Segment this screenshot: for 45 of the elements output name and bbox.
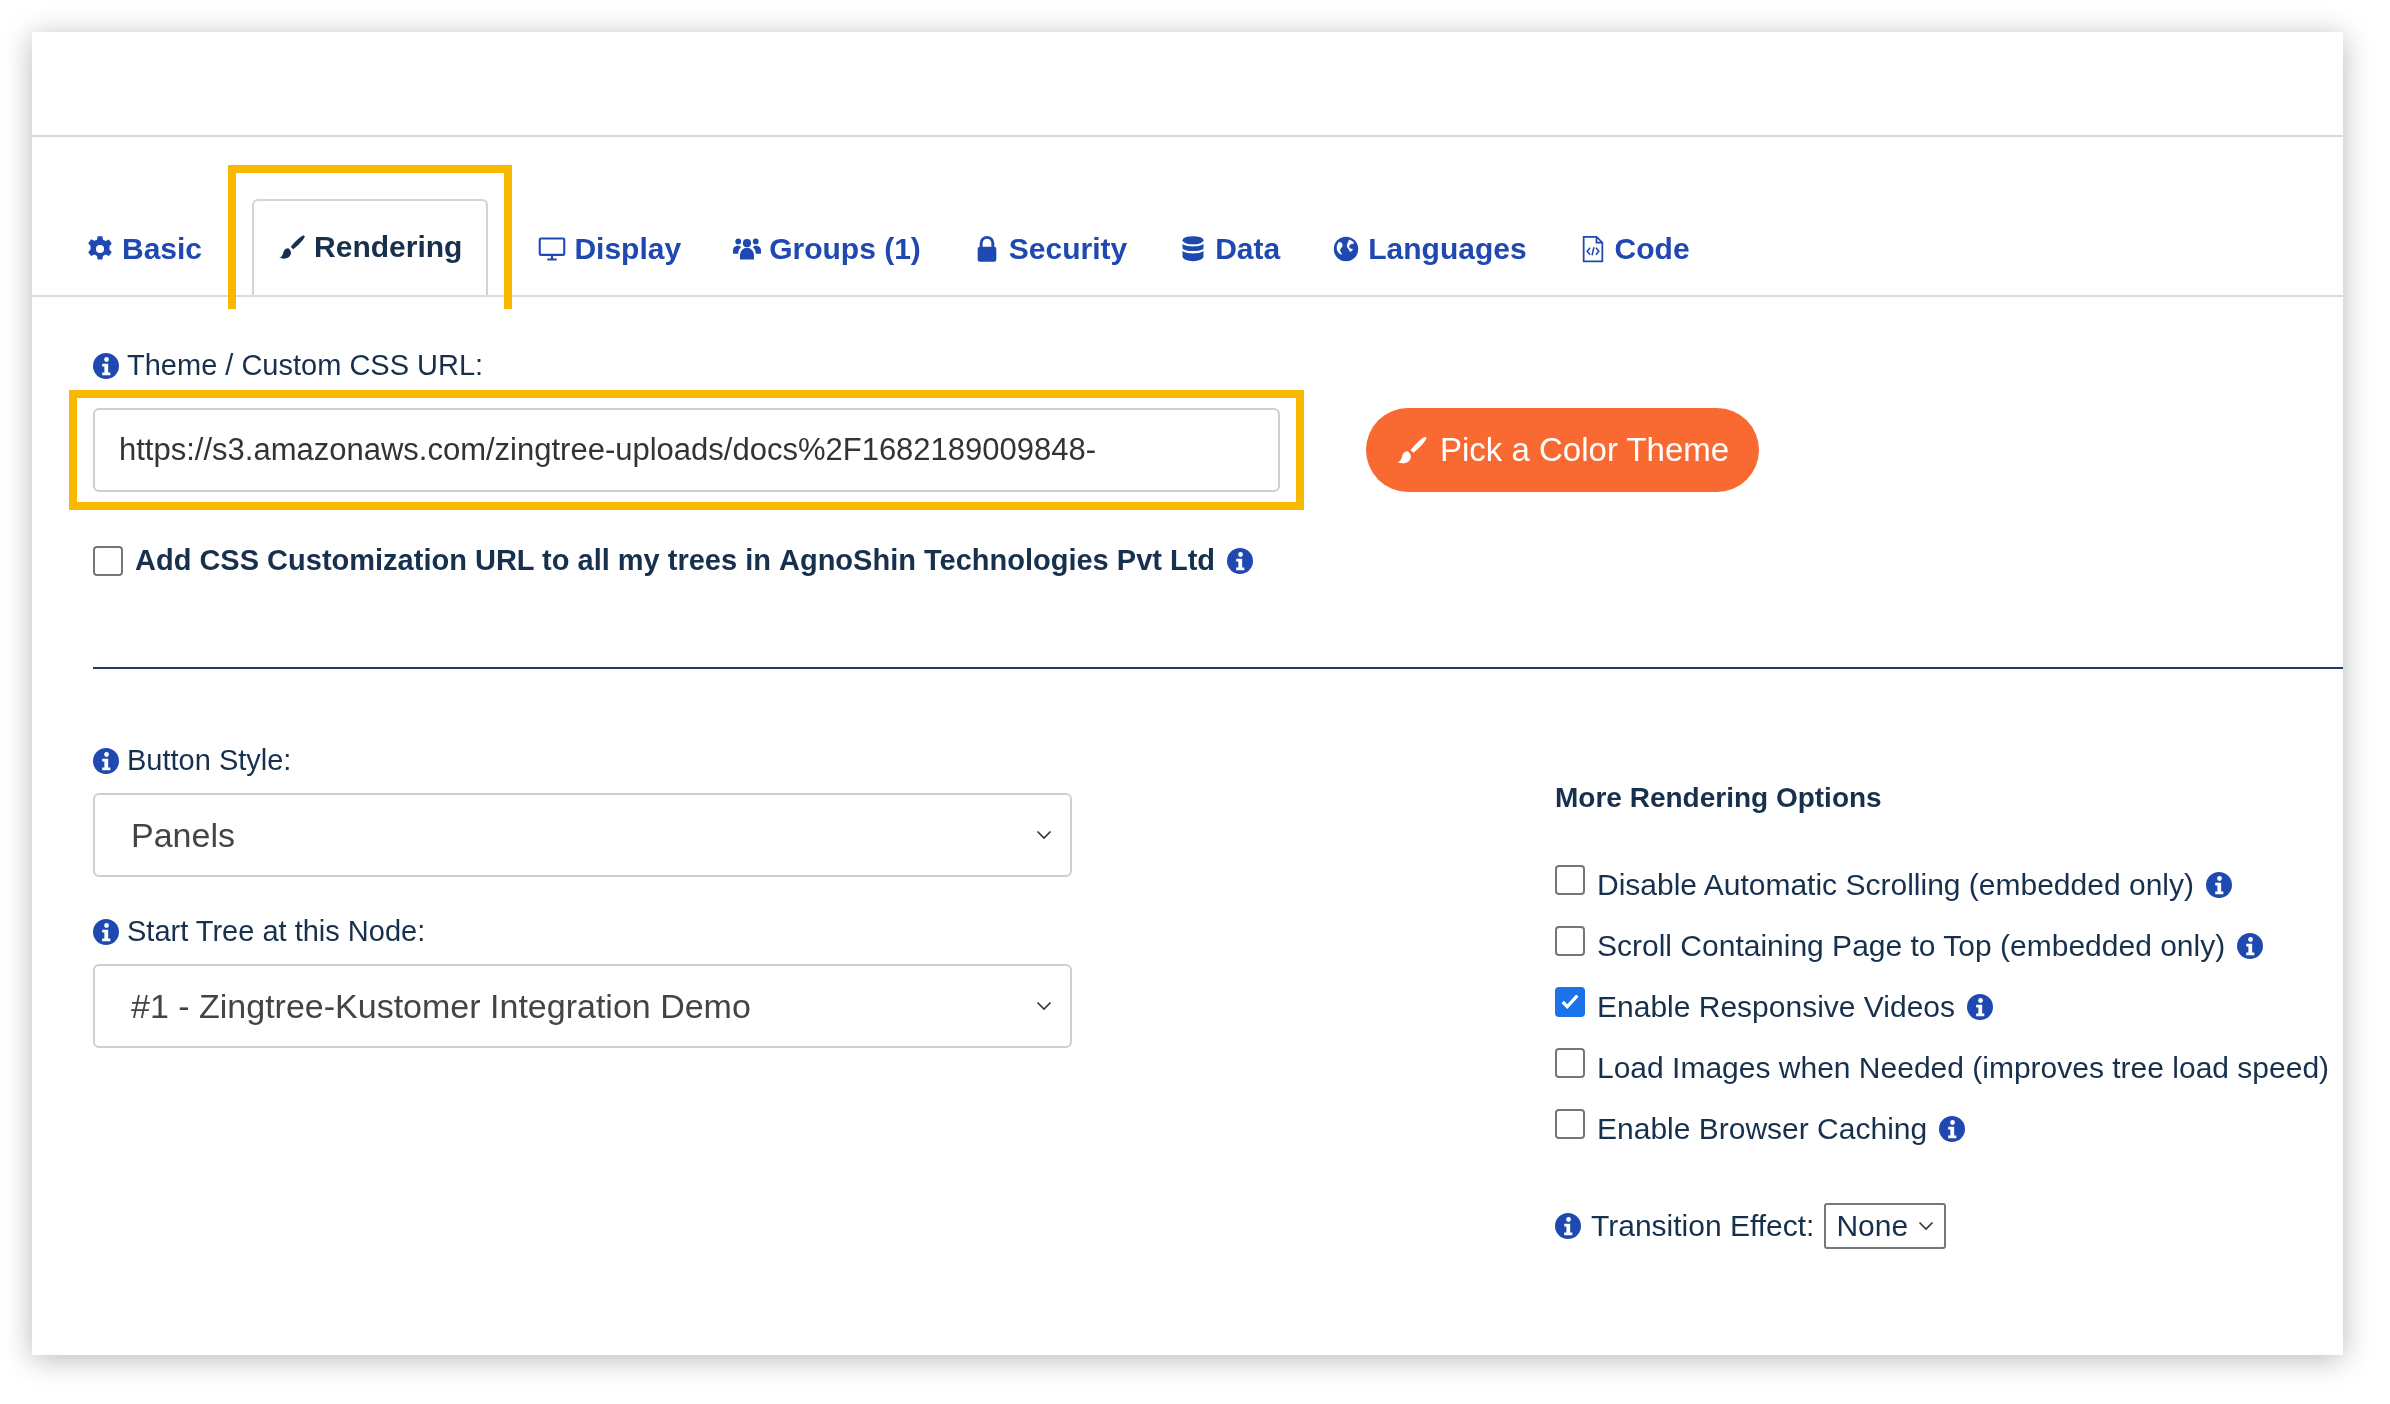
checkbox[interactable] [1555,864,1585,895]
tab[interactable]: Code [1552,201,1716,297]
chevron-icon [1918,1221,1935,1231]
info-icon[interactable] [2237,932,2264,959]
tab[interactable]: Languages [1306,201,1553,297]
section-heading: More Rendering Options [1555,782,1883,814]
field-label: Button Style: [127,744,292,777]
tab[interactable]: Security [946,201,1154,297]
checkbox-label: Enable Responsive Videos [1597,989,1956,1024]
chevron-icon [1036,1001,1052,1011]
info-icon[interactable] [1967,993,1994,1020]
start-node-select[interactable]: #1 - Zingtree-Kustomer Integration Demo [93,964,1072,1048]
tab[interactable]: Rendering [252,199,489,295]
checkbox-label: Load Images when Needed (improves tree load speed) [1597,1050,2330,1085]
chevron-icon [1036,830,1052,840]
info-icon[interactable] [93,918,119,945]
checkbox-label: Add CSS Customization URL to all my trees in AgnoShin Technologies Pvt Ltd [135,544,1216,577]
transition-select[interactable]: None [1824,1203,1947,1249]
tab[interactable]: Data [1153,201,1307,297]
tab[interactable]: Display [512,201,708,297]
tab[interactable]: Groups (1) [707,201,947,297]
field-label: Start Tree at this Node: [127,915,426,948]
checkbox[interactable] [93,545,123,576]
monitor-icon [538,235,567,263]
gear-icon [86,235,114,263]
checkbox[interactable] [1555,925,1585,956]
checkbox[interactable] [1555,1108,1585,1139]
info-icon[interactable] [93,352,119,379]
checkbox[interactable] [1555,1047,1585,1078]
field-label: Transition Effect: [1591,1209,1815,1243]
info-icon[interactable] [93,747,119,774]
checkbox-label: Scroll Containing Page to Top (embedded only) [1597,928,2226,963]
button-style-select[interactable]: Panels [93,793,1072,877]
field-label: Theme / Custom CSS URL: [127,349,484,382]
checkbox-label: Enable Browser Caching [1597,1111,1928,1146]
url-field[interactable]: https://s3.amazonaws.com/zingtree-uploads/docs%2F1682189009848- [93,408,1280,492]
tab[interactable]: Basic [60,201,229,297]
info-icon[interactable] [1555,1213,1581,1239]
checkbox-label: Disable Automatic Scrolling (embedded only) [1597,867,2194,902]
paintbrush-icon [278,233,307,261]
info-icon[interactable] [1227,547,1254,574]
info-icon[interactable] [2205,871,2232,898]
checkbox[interactable] [1555,986,1585,1017]
paintbrush-icon [1396,434,1428,466]
info-icon[interactable] [1939,1115,1966,1142]
